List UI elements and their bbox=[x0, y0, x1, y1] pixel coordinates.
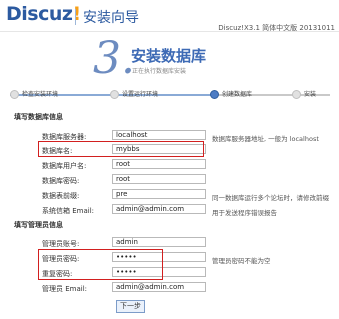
db-section-title: 填写数据库信息 bbox=[14, 113, 63, 121]
db-server-hint: 数据库服务器地址, 一般为 localhost bbox=[212, 135, 319, 143]
db-password-label: 数据库密码: bbox=[42, 177, 80, 185]
db-server-input[interactable]: localhost bbox=[112, 130, 206, 140]
admin-password-hint: 管理员密码不能为空 bbox=[212, 257, 271, 265]
step-label-4: 安装 bbox=[304, 91, 317, 98]
admin-account-input[interactable]: admin bbox=[112, 237, 206, 247]
step-dot-1 bbox=[10, 90, 19, 99]
db-prefix-label: 数据表前缀: bbox=[42, 192, 80, 200]
discuz-logo: Discuz! bbox=[6, 3, 81, 25]
admin-email-label: 管理员 Email: bbox=[42, 285, 88, 293]
db-prefix-input[interactable]: pre bbox=[112, 189, 206, 199]
next-step-button[interactable]: 下一步 bbox=[116, 300, 145, 313]
system-email-hint: 用于发送程序错误报告 bbox=[212, 209, 277, 217]
step-dot-3 bbox=[210, 90, 219, 99]
password-highlight bbox=[38, 249, 163, 280]
version-label: Discuz!X3.1 简体中文版 20131011 bbox=[218, 24, 335, 32]
app-title: 安装向导 bbox=[83, 10, 139, 26]
step-number: 3. bbox=[93, 33, 135, 84]
header: Discuz! 安装向导 Discuz!X3.1 简体中文版 20131011 bbox=[0, 0, 339, 32]
db-password-input[interactable]: root bbox=[112, 174, 206, 184]
step-label-3: 创建数据库 bbox=[222, 91, 253, 98]
progress-bar: 检查安装环境 设置运行环境 创建数据库 安装 bbox=[10, 90, 330, 104]
step-dot-2 bbox=[110, 90, 119, 99]
install-form: 填写数据库信息 数据库服务器: localhost 数据库服务器地址, 一般为 … bbox=[6, 108, 333, 319]
db-user-label: 数据库用户名: bbox=[42, 162, 87, 170]
system-email-label: 系统信箱 Email: bbox=[42, 207, 95, 215]
system-email-input[interactable]: admin@admin.com bbox=[112, 204, 206, 214]
step-title: 安装数据库 bbox=[131, 47, 207, 65]
step-label-1: 检查安装环境 bbox=[22, 91, 59, 98]
admin-email-input[interactable]: admin@admin.com bbox=[112, 282, 206, 292]
db-user-input[interactable]: root bbox=[112, 159, 206, 169]
step-label-2: 设置运行环境 bbox=[122, 91, 159, 98]
admin-section-title: 填写管理员信息 bbox=[14, 221, 63, 229]
step-dot-4 bbox=[292, 90, 301, 99]
db-prefix-hint: 同一数据库运行多个论坛时，请修改前缀 bbox=[212, 194, 329, 202]
step-subtitle: 正在执行数据库安装 bbox=[132, 68, 187, 75]
admin-account-label: 管理员账号: bbox=[42, 240, 80, 248]
logo-divider bbox=[75, 9, 76, 25]
db-name-highlight bbox=[38, 141, 204, 157]
